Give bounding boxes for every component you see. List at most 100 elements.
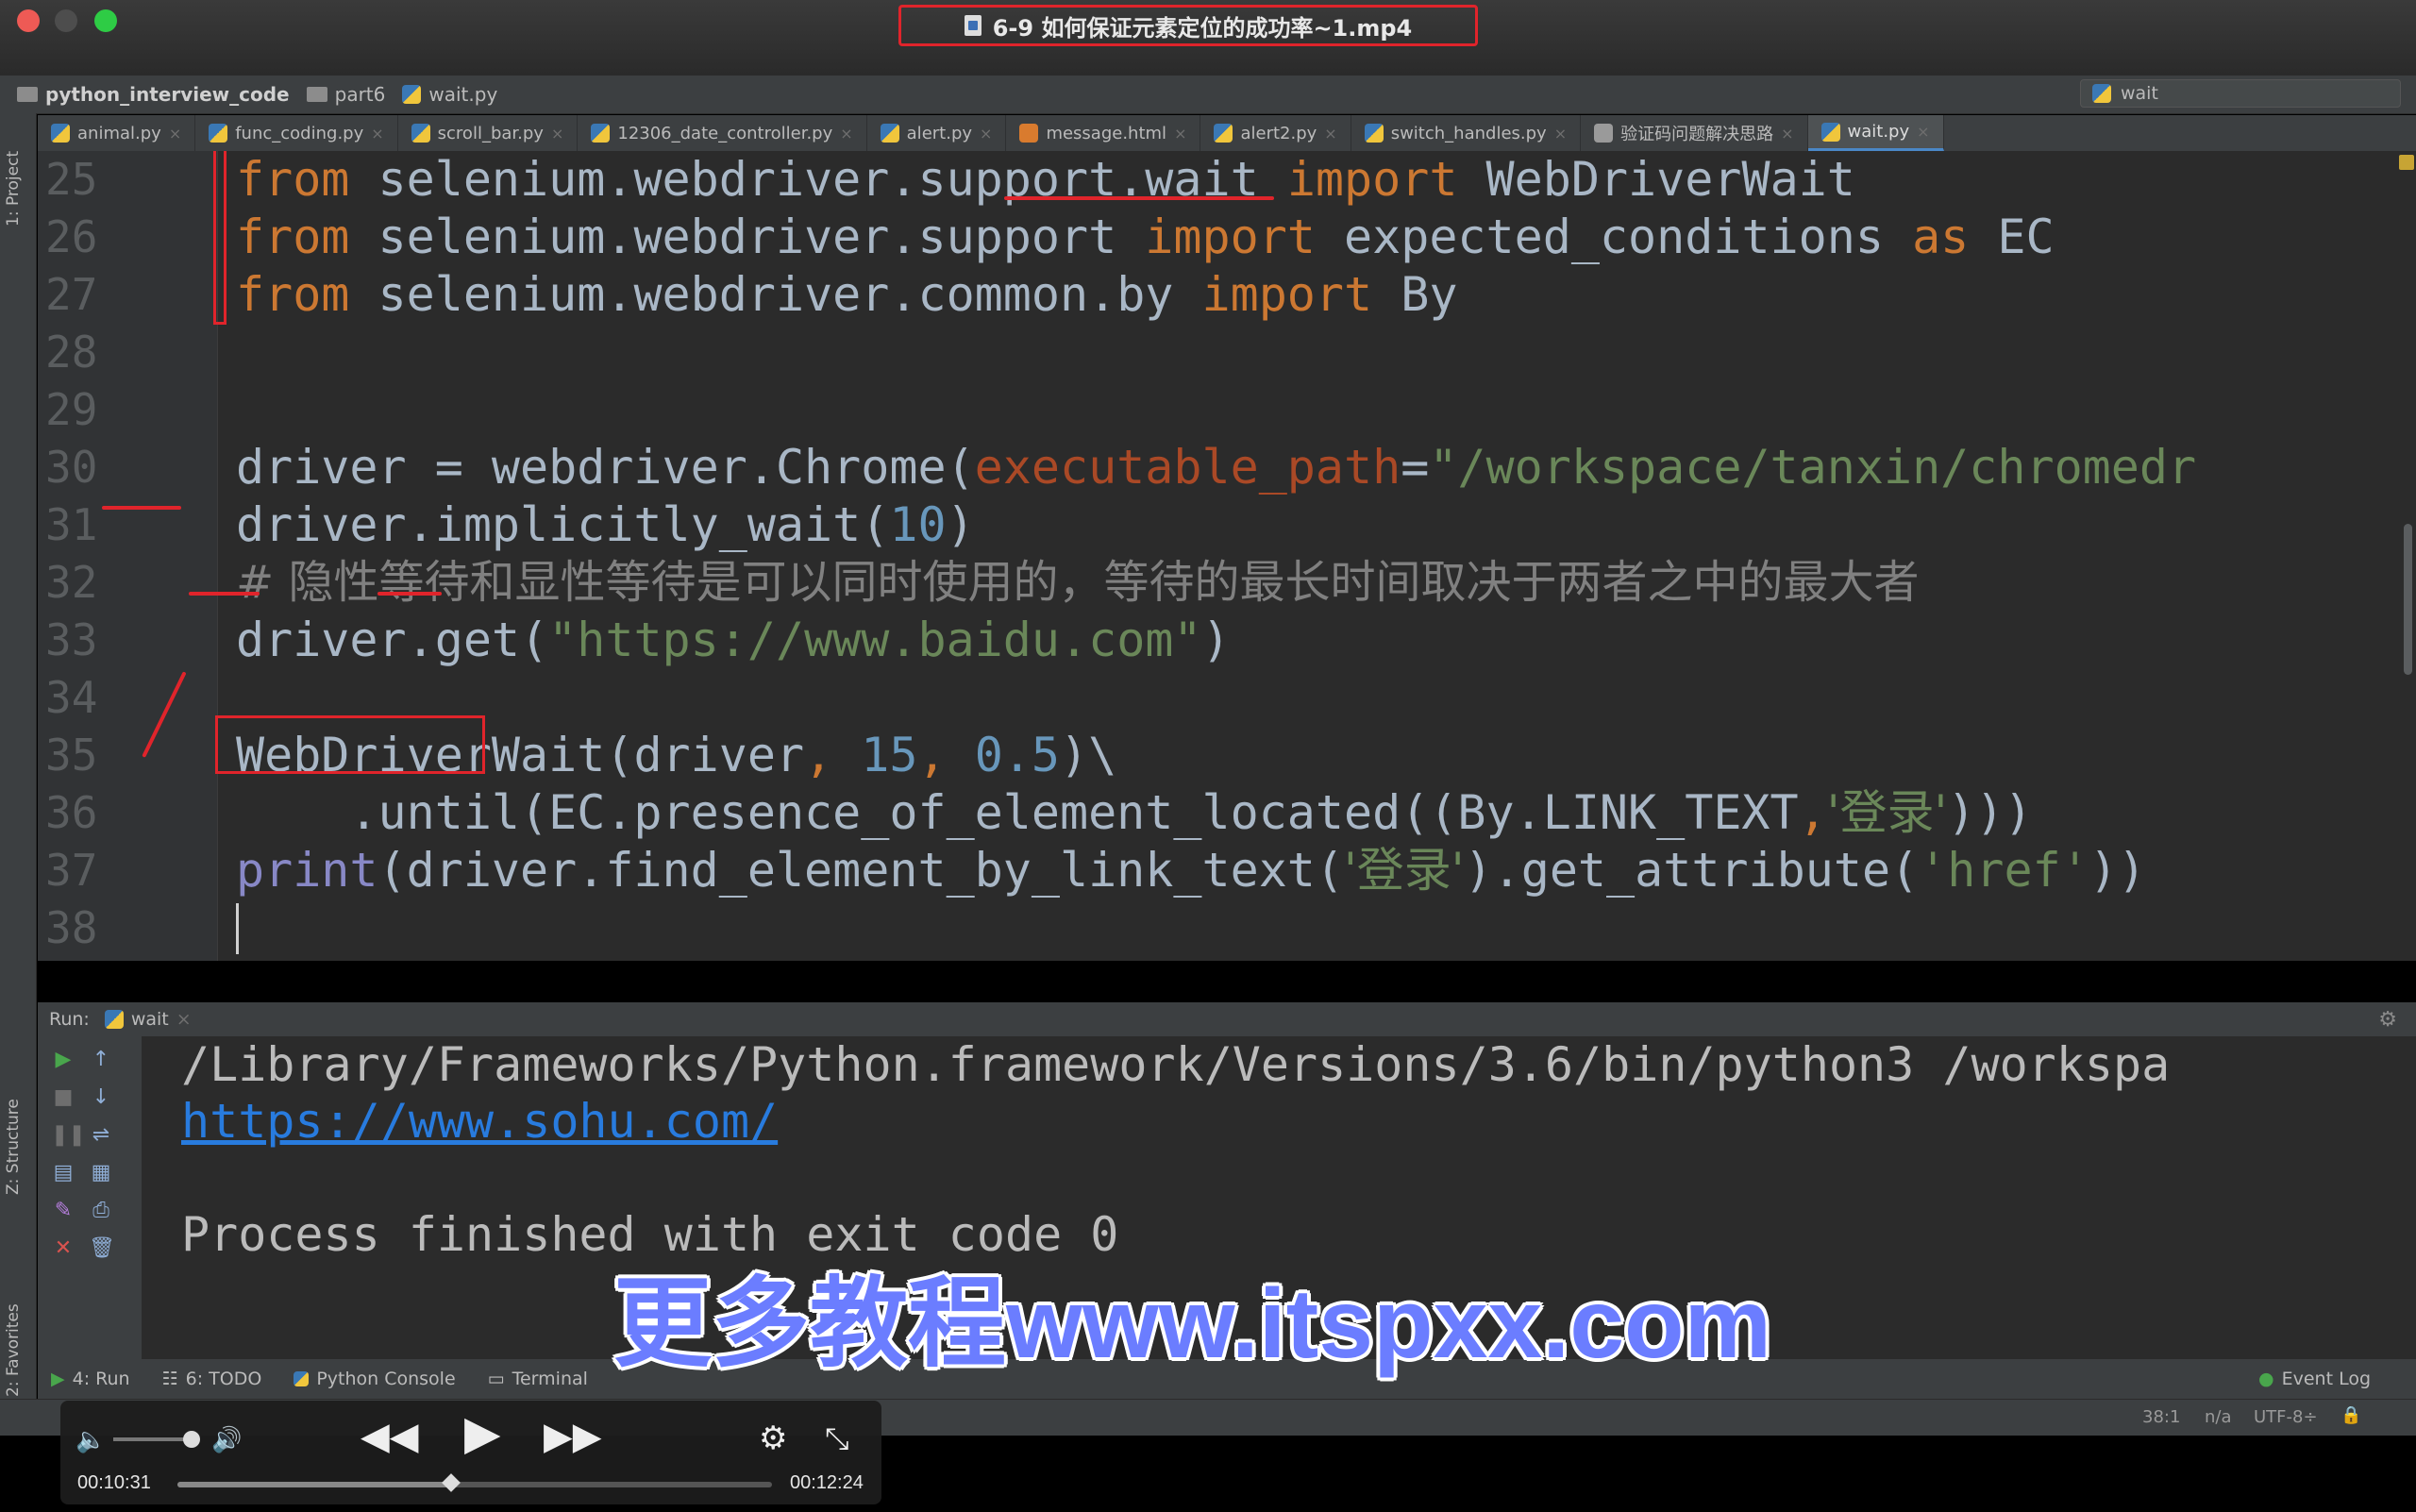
tab-label: alert.py [906,123,973,143]
close-tab-icon[interactable]: × [176,1009,192,1030]
window-title-text: 6-9 如何保证元素定位的成功率~1.mp4 [992,14,1413,42]
tab-func-coding[interactable]: func_coding.py × [195,115,398,151]
tab-label: alert2.py [1240,123,1317,143]
close-tab-icon[interactable]: × [1174,125,1186,143]
tab-animal[interactable]: animal.py × [38,115,196,151]
code-text: (driver [605,728,805,782]
structure-tool-window-tab[interactable]: Z: Structure [4,1099,23,1195]
clear-all-icon[interactable]: 🗑 [89,1236,115,1261]
settings-gear-icon[interactable]: ⚙ [759,1420,787,1457]
breadcrumb-project-label: python_interview_code [45,83,290,106]
close-tab-icon[interactable]: × [371,125,383,143]
pin-tab-icon[interactable]: ✎ [51,1199,76,1223]
warning-marker-icon [2399,155,2414,170]
punctuation: , [804,728,833,782]
tab-alert[interactable]: alert.py × [867,115,1007,151]
close-tab-icon[interactable]: × [551,125,563,143]
pause-icon[interactable]: ❚❚ [51,1123,86,1148]
window-title: 6-9 如何保证元素定位的成功率~1.mp4 [898,5,1478,46]
soft-wrap-icon[interactable]: ⇌ [89,1123,113,1148]
scroll-to-end-icon[interactable]: ▦ [89,1161,113,1185]
tab-12306-date-controller[interactable]: 12306_date_controller.py × [578,115,867,151]
progress-track[interactable] [177,1482,772,1487]
minimize-window-button[interactable] [55,9,77,32]
tab-wait[interactable]: wait.py × [1807,115,1944,151]
event-log-button[interactable]: ● Event Log [2258,1369,2371,1389]
line-number: 36 [45,787,98,838]
close-tab-icon[interactable]: × [1554,125,1567,143]
python-file-icon [2092,84,2111,103]
annotation-underline [189,592,260,596]
line-number: 32 [45,557,98,608]
breadcrumb-project[interactable]: python_interview_code [17,83,290,106]
console-link[interactable]: https://www.sohu.com/ [181,1093,778,1150]
volume-max-icon[interactable]: 🔊 [211,1421,242,1459]
close-window-button[interactable] [17,9,40,32]
editor-scrollbar[interactable] [2399,151,2416,961]
zoom-window-button[interactable] [94,9,117,32]
rerun-icon[interactable]: ▶ [51,1048,76,1072]
caret-position[interactable]: 38:1 [2142,1407,2180,1427]
close-tab-icon[interactable]: × [980,125,992,143]
volume-slider[interactable] [113,1437,189,1441]
stop-icon[interactable]: ■ [51,1085,76,1110]
line-number: 28 [45,327,98,378]
print-icon[interactable]: ⎙ [89,1199,113,1223]
scroll-up-icon[interactable]: ↑ [89,1048,113,1072]
code-editor[interactable]: 25 26 27 28 29 30 31 32 33 34 35 36 37 3… [38,151,2416,961]
keyword: import [1145,210,1316,264]
tab-switch-handles[interactable]: switch_handles.py × [1351,115,1582,151]
breadcrumb-folder[interactable]: part6 [306,83,385,106]
python-file-icon [1364,124,1384,143]
todo-tool-button[interactable]: ☷ 6: TODO [162,1369,262,1389]
tab-message-html[interactable]: message.html × [1006,115,1201,151]
scrollbar-thumb[interactable] [2404,524,2412,675]
fast-forward-icon[interactable]: ▶▶ [544,1418,602,1455]
close-run-icon[interactable]: ✕ [51,1236,76,1261]
tab-captcha-notes[interactable]: 验证码问题解决思路 × [1581,115,1808,151]
close-tab-icon[interactable]: × [169,125,181,143]
lock-icon[interactable]: 🔒 [2340,1405,2361,1425]
close-tab-icon[interactable]: × [1781,125,1793,143]
tab-scroll-bar[interactable]: scroll_bar.py × [398,115,579,151]
run-tool-button[interactable]: ▶ 4: Run [51,1369,130,1389]
python-console-button[interactable]: Python Console [294,1369,456,1389]
number-literal: 0.5 [946,728,1061,782]
run-icon: ▶ [51,1369,65,1389]
tab-label: switch_handles.py [1390,123,1547,143]
string-literal: "/workspace/tanxin/chromedr [1429,440,2197,495]
run-configuration-select[interactable]: wait [2080,79,2401,108]
line-number: 26 [45,211,98,262]
watermark-text: 更多教程www.itspxx.com [613,1269,1772,1379]
tab-alert2[interactable]: alert2.py × [1200,115,1351,151]
code-line-31: driver.implicitly_wait(10) [236,496,975,554]
rewind-icon[interactable]: ◀◀ [361,1418,419,1455]
python-file-icon [1214,124,1233,143]
number-literal: 10 [889,497,947,552]
code-text: ) [1201,613,1231,667]
code-line-27: from selenium.webdriver.common.by import… [236,266,1457,324]
play-icon[interactable]: ▶ [464,1409,500,1456]
run-tab-wait[interactable]: wait × [104,1009,192,1030]
restore-layout-icon[interactable]: ▤ [51,1161,76,1185]
close-tab-icon[interactable]: × [1917,123,1929,141]
exit-fullscreen-icon[interactable]: ⤡ [825,1420,849,1457]
tab-label: 12306_date_controller.py [617,123,833,143]
file-encoding[interactable]: UTF-8÷ [2254,1407,2318,1427]
line-number: 25 [45,154,98,205]
progress-knob[interactable] [441,1473,461,1492]
close-tab-icon[interactable]: × [1324,125,1336,143]
code-text: )\ [1060,728,1117,782]
settings-gear-icon[interactable]: ⚙ [2378,1008,2397,1032]
annotation-mark [102,506,181,510]
favorites-tool-window-tab[interactable]: 2: Favorites [4,1303,23,1397]
project-tool-window-tab[interactable]: 1: Project [4,151,23,227]
line-separator[interactable]: n/a [2205,1407,2232,1427]
mute-icon[interactable]: 🔈 [76,1421,106,1459]
breadcrumb-file[interactable]: wait.py [402,83,497,106]
text-file-icon [1594,124,1614,143]
scroll-down-icon[interactable]: ↓ [89,1085,113,1110]
volume-knob[interactable] [183,1431,200,1448]
close-tab-icon[interactable]: × [840,125,852,143]
terminal-button[interactable]: ▭ Terminal [488,1369,588,1389]
